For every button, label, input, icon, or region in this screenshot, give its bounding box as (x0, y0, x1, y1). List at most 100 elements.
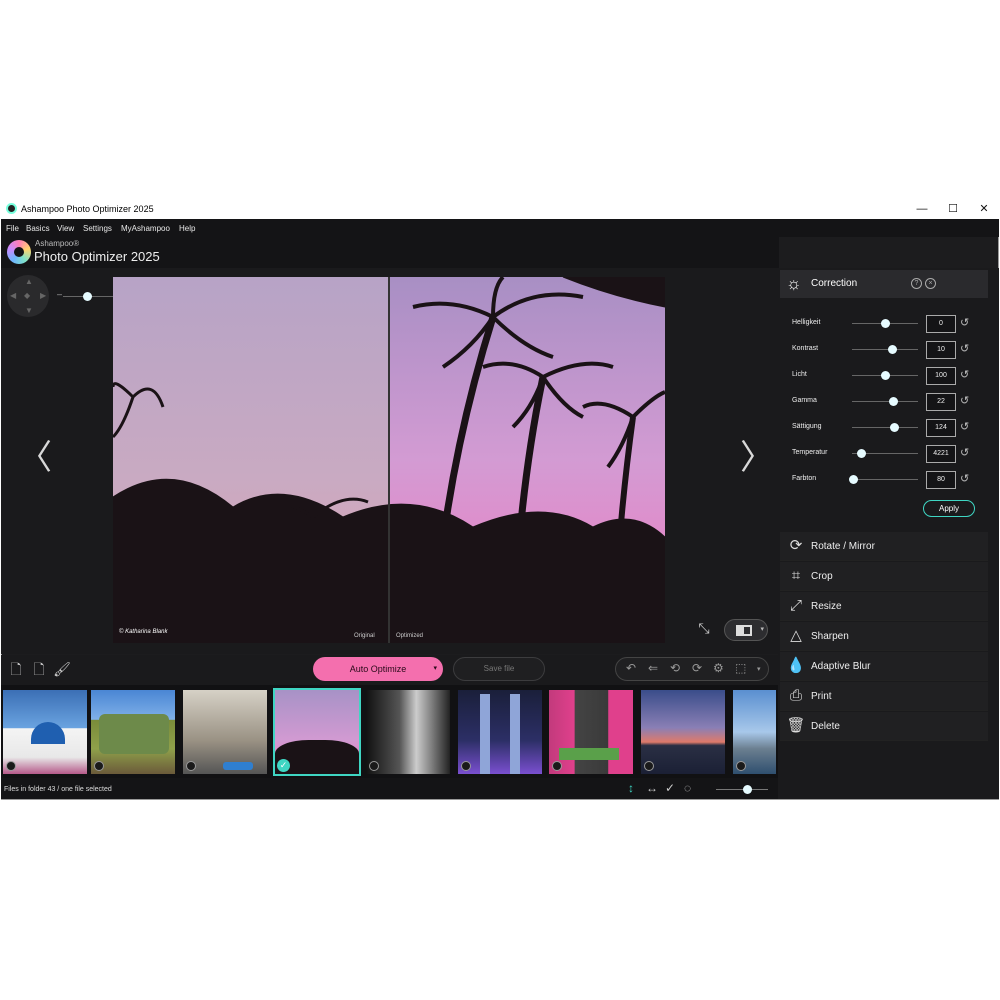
next-image-button[interactable]: 〉 (740, 441, 774, 475)
correction-slider-knob[interactable] (849, 475, 859, 484)
reset-icon[interactable]: ↺ (960, 368, 969, 381)
thumbnail-select-radio[interactable] (552, 761, 562, 771)
auto-optimize-label: Auto Optimize (349, 664, 407, 674)
zoom-knob[interactable] (83, 292, 92, 301)
correction-slider-knob[interactable] (888, 397, 898, 406)
correction-slider-track[interactable] (852, 349, 918, 350)
undo-all-icon[interactable]: ⇐ (648, 661, 658, 675)
auto-optimize-button[interactable]: Auto Optimize ▾ (313, 657, 443, 681)
select-all-icon[interactable]: ✓ (665, 781, 675, 795)
correction-value-field[interactable]: 4221 (926, 445, 956, 463)
reset-icon[interactable]: ↺ (960, 472, 969, 485)
thumbnail-pink-door[interactable] (549, 690, 633, 774)
tool-label: Crop (811, 571, 833, 582)
menu-settings[interactable]: Settings (83, 224, 112, 233)
menu-bar: File Basics View Settings MyAshampoo Hel… (1, 219, 999, 237)
rotate-left-90-icon[interactable]: ⟲ (670, 661, 680, 675)
selection-icon[interactable]: ⬚ (735, 661, 746, 675)
thumbnail-select-radio[interactable] (6, 761, 16, 771)
thumbnail-coastal-town[interactable] (733, 690, 776, 774)
previous-image-button[interactable]: 〈 (18, 441, 52, 475)
reset-icon[interactable]: ↺ (960, 446, 969, 459)
menu-file[interactable]: File (6, 224, 19, 233)
thumbnail-havana-building[interactable] (183, 690, 267, 774)
thumbnail-select-radio[interactable] (94, 761, 104, 771)
thumbnail-select-radio[interactable] (461, 761, 471, 771)
correction-row-5: Temperatur 4221 ↺ (780, 444, 980, 464)
undo-icon[interactable]: ↶ (626, 661, 636, 675)
deselect-icon[interactable]: ◌ (684, 781, 691, 795)
correction-value-field[interactable]: 124 (926, 419, 956, 437)
tool-label: Print (811, 691, 832, 702)
fit-to-window-icon[interactable]: ⤡ (694, 620, 714, 640)
reset-icon[interactable]: ↺ (960, 342, 969, 355)
horizontal-layout-icon[interactable]: ↔ (646, 781, 658, 795)
correction-title: Correction (811, 278, 858, 289)
thumbnail-select-radio[interactable] (186, 761, 196, 771)
thumbnail-select-radio[interactable] (644, 761, 654, 771)
rotate-right-90-icon[interactable]: ⟳ (692, 661, 702, 675)
reset-icon[interactable]: ↺ (960, 420, 969, 433)
chevron-down-icon[interactable]: ▾ (757, 665, 761, 673)
thumbnail-size-slider[interactable] (716, 789, 768, 790)
tool-rotate-mirror[interactable]: ⟳ Rotate / Mirror (780, 532, 988, 561)
correction-value-field[interactable]: 22 (926, 393, 956, 411)
thumbnail-selected-check-icon[interactable]: ✓ (277, 759, 290, 772)
tool-print[interactable]: ⎙ Print (780, 682, 988, 711)
thumbnail-old-truck[interactable] (91, 690, 175, 774)
close-icon[interactable]: × (925, 278, 936, 289)
correction-value-field[interactable]: 10 (926, 341, 956, 359)
reset-icon[interactable]: ↺ (960, 394, 969, 407)
thumbnail-palm-trees[interactable]: ✓ (273, 688, 361, 776)
correction-slider-knob[interactable] (856, 449, 866, 458)
thumbnail-select-radio[interactable] (736, 761, 746, 771)
edit-tools-group: ↶ ⇐ ⟲ ⟳ ⚙ ⬚ ▾ (615, 657, 769, 681)
correction-label: Gamma (792, 397, 817, 404)
tool-resize[interactable]: ⤢ Resize (780, 592, 988, 621)
thumbnail-select-radio[interactable] (369, 761, 379, 771)
reset-icon[interactable]: ↺ (960, 316, 969, 329)
tool-adaptive-blur[interactable]: 💧 Adaptive Blur (780, 652, 988, 681)
minimize-button[interactable]: — (911, 201, 933, 217)
help-icon[interactable]: ? (911, 278, 922, 289)
correction-slider-knob[interactable] (881, 371, 890, 380)
apply-button[interactable]: Apply (923, 500, 975, 517)
chevron-down-icon[interactable]: ▾ (433, 657, 437, 681)
correction-slider-knob[interactable] (887, 345, 897, 354)
clean-brush-icon[interactable]: 🖌 (52, 659, 72, 679)
correction-value-field[interactable]: 0 (926, 315, 956, 333)
thumbnail-santorini[interactable] (3, 690, 87, 774)
tool-sharpen[interactable]: △ Sharpen (780, 622, 988, 651)
tool-delete[interactable]: 🗑 Delete (780, 712, 988, 741)
compare-view-button[interactable]: ▾ (724, 619, 768, 641)
correction-value-field[interactable]: 80 (926, 471, 956, 489)
vertical-layout-icon[interactable]: ↕ (628, 781, 634, 795)
tool-label: Sharpen (811, 631, 849, 642)
close-button[interactable]: ✕ (973, 201, 995, 217)
correction-slider-track[interactable] (852, 427, 918, 428)
correction-slider-knob[interactable] (881, 319, 890, 328)
thumbnail-size-knob[interactable] (743, 785, 752, 794)
compare-divider[interactable] (388, 277, 390, 643)
menu-basics[interactable]: Basics (26, 224, 50, 233)
settings-icon[interactable]: ⚙ (713, 661, 724, 675)
correction-row-3: Gamma 22 ↺ (780, 392, 980, 412)
correction-slider-track[interactable] (852, 401, 918, 402)
add-folder-icon[interactable]: 🗋 (29, 659, 49, 679)
thumbnail-bw-stairs[interactable] (366, 690, 450, 774)
brand-company: Ashampoo® (35, 239, 80, 248)
chevron-down-icon: ▾ (760, 626, 764, 633)
menu-view[interactable]: View (57, 224, 74, 233)
thumbnail-petronas-towers[interactable] (458, 690, 542, 774)
correction-slider-knob[interactable] (889, 423, 899, 432)
menu-myashampoo[interactable]: MyAshampoo (121, 224, 170, 233)
correction-value-field[interactable]: 100 (926, 367, 956, 385)
tool-crop[interactable]: ⌗ Crop (780, 562, 988, 591)
correction-slider-track[interactable] (852, 479, 918, 480)
thumbnail-sunset-city[interactable] (641, 690, 725, 774)
add-file-icon[interactable]: 🗋 (6, 659, 26, 679)
save-file-button[interactable]: Save file (453, 657, 545, 681)
maximize-button[interactable]: ☐ (942, 201, 964, 217)
menu-help[interactable]: Help (179, 224, 195, 233)
pan-navigator[interactable]: ▲ ▼ ◀ ▶ ◆ (7, 275, 49, 317)
